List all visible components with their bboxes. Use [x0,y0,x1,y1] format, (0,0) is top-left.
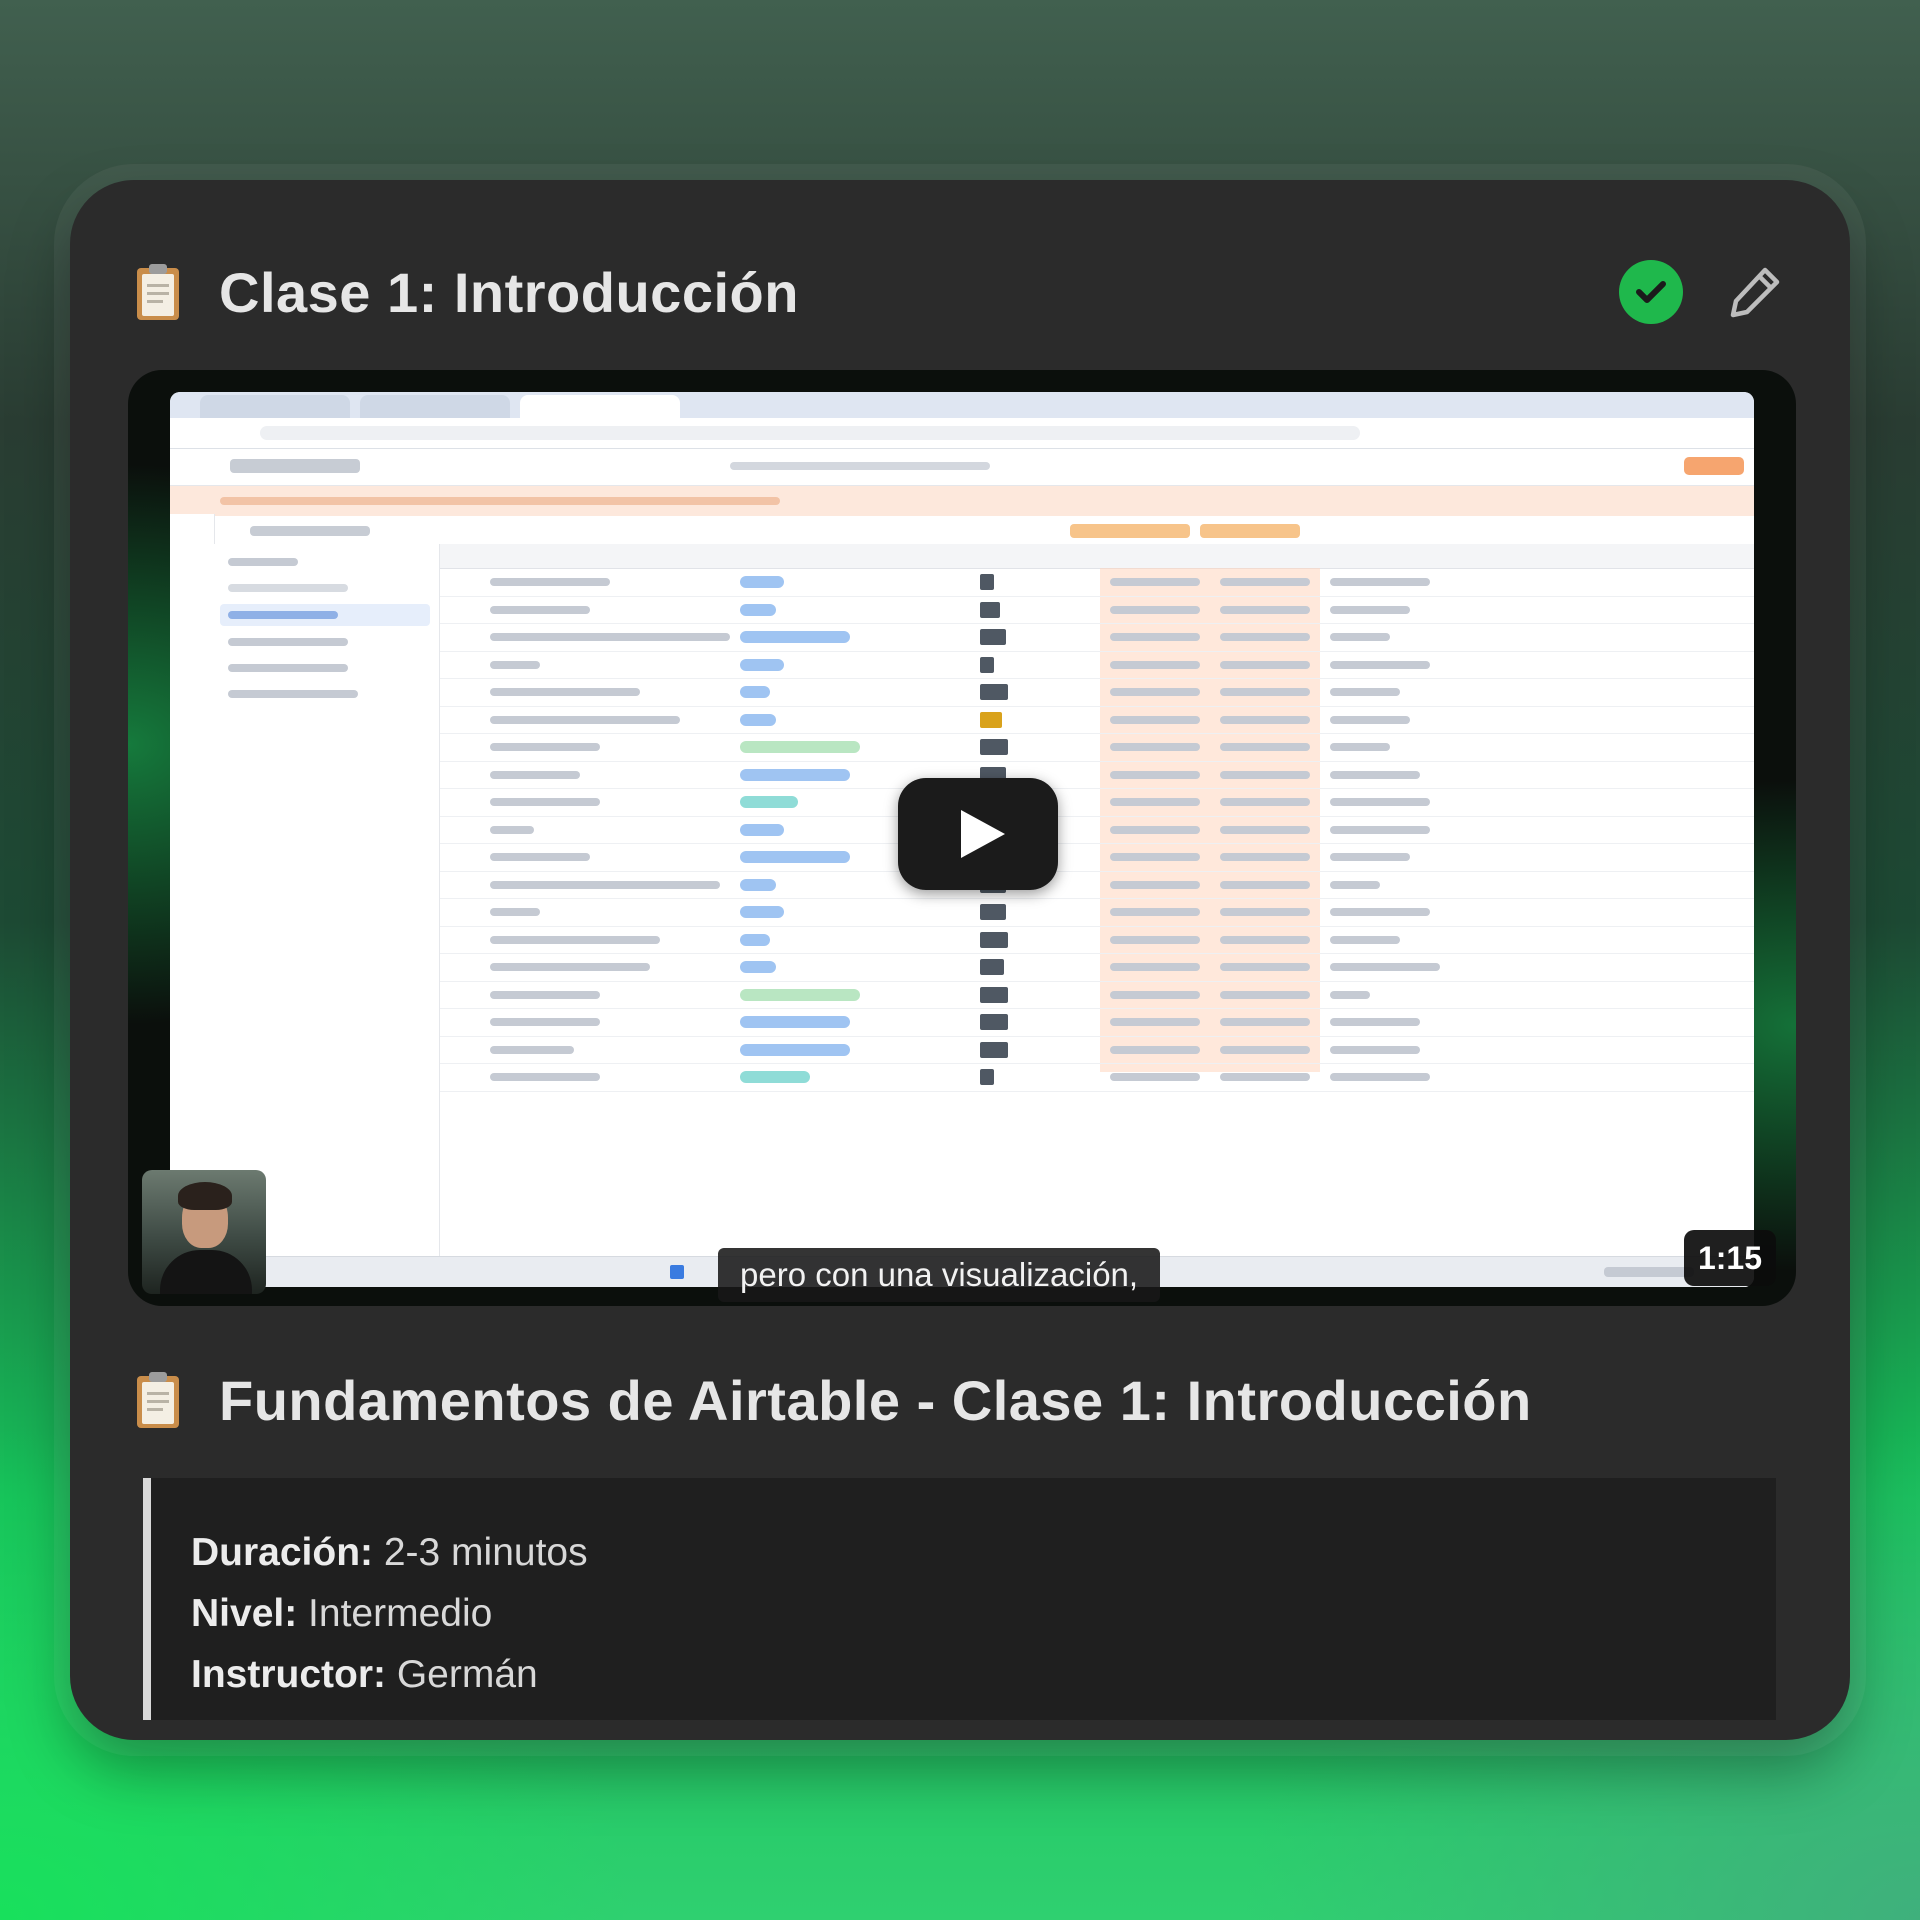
check-circle-icon[interactable] [1619,260,1683,324]
lesson-card: Clase 1: Introducción pero con una visua… [70,180,1850,1740]
clipboard-icon [137,264,179,320]
pencil-icon[interactable] [1725,262,1785,322]
instructor-label: Instructor: [191,1653,386,1696]
video-frame-table [440,544,1754,1287]
video-player[interactable]: pero con una visualización, 1:15 [128,370,1796,1306]
section-title: Fundamentos de Airtable - Clase 1: Intro… [219,1368,1532,1432]
instructor-value: Germán [396,1653,538,1696]
lesson-details: Duración: 2-3 minutos Nivel: Intermedio … [143,1478,1776,1720]
duration-value: 2-3 minutos [383,1531,588,1574]
instructor-line: Instructor: Germán [191,1644,1776,1705]
level-line: Nivel: Intermedio [191,1583,1776,1644]
lesson-header: Clase 1: Introducción [135,252,1785,332]
level-value: Intermedio [308,1592,493,1635]
webcam-overlay [142,1170,266,1294]
video-duration-badge: 1:15 [1683,1230,1776,1286]
video-subtitle: pero con una visualización, [718,1248,1161,1302]
play-icon [961,810,1005,858]
duration-line: Duración: 2-3 minutos [191,1522,1776,1583]
section-heading: Fundamentos de Airtable - Clase 1: Intro… [135,1360,1532,1440]
lesson-title: Clase 1: Introducción [219,260,799,324]
level-label: Nivel: [191,1592,298,1635]
duration-label: Duración: [191,1531,374,1574]
play-button[interactable] [898,778,1058,890]
clipboard-icon [137,1372,179,1428]
